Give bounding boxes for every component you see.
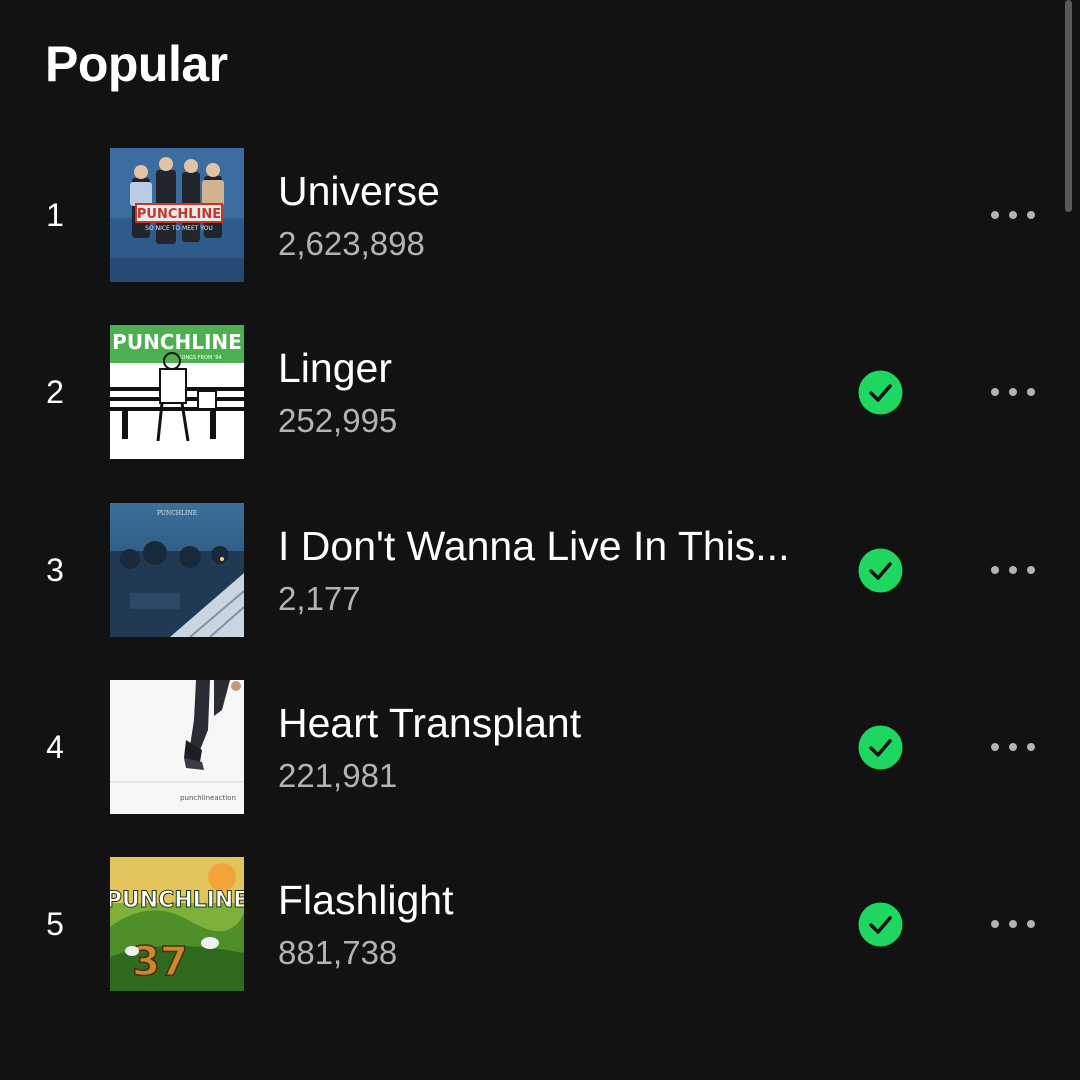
play-count: 252,995 xyxy=(278,402,398,440)
album-art-label: PUNCHLINE xyxy=(137,207,221,222)
more-horizontal-icon xyxy=(991,388,1035,397)
track-row[interactable]: 2 PUNCHLINE SONGS FROM '94 Linger 252,99… xyxy=(0,325,1080,460)
track-title: Linger xyxy=(278,345,392,392)
album-art: PUNCHLINE 37 xyxy=(110,857,244,992)
track-list: 1 PUNCHLINE SO NICE TO MEET YOU Universe… xyxy=(0,148,1080,1034)
album-art: punchlineaction xyxy=(110,679,244,814)
track-title: I Don't Wanna Live In This... xyxy=(278,522,790,569)
album-art-label: PUNCHLINE xyxy=(157,510,197,517)
popular-tracks-screen: Popular 1 PUNCHLINE SO NICE TO MEET YOU … xyxy=(0,0,1080,1080)
track-number: 2 xyxy=(46,374,64,411)
track-row[interactable]: 5 PUNCHLINE 37 Flashlight 881,738 xyxy=(0,857,1080,992)
section-title: Popular xyxy=(45,36,228,92)
check-circle-icon xyxy=(858,902,903,947)
track-row[interactable]: 3 PUNCHLINE I Don't Wanna Live In This..… xyxy=(0,502,1080,637)
album-art-sublabel: SONGS FROM '94 xyxy=(178,355,221,361)
track-row[interactable]: 4 punchlineaction Heart Transplant 221,9… xyxy=(0,679,1080,814)
check-circle-icon xyxy=(858,725,903,770)
more-options-button[interactable] xyxy=(980,545,1046,595)
album-art-sublabel: 37 xyxy=(132,939,188,985)
album-art: PUNCHLINE xyxy=(110,502,244,637)
album-art: PUNCHLINE SONGS FROM '94 xyxy=(110,325,244,460)
more-horizontal-icon xyxy=(991,211,1035,219)
album-art-label: punchlineaction xyxy=(180,794,236,802)
more-options-button[interactable] xyxy=(980,367,1046,417)
more-horizontal-icon xyxy=(991,920,1035,929)
more-options-button[interactable] xyxy=(980,722,1046,772)
play-count: 221,981 xyxy=(278,756,398,794)
track-row[interactable]: 1 PUNCHLINE SO NICE TO MEET YOU Universe… xyxy=(0,148,1080,282)
play-count: 2,623,898 xyxy=(278,225,425,262)
album-art-sublabel: SO NICE TO MEET YOU xyxy=(145,225,213,232)
track-number: 3 xyxy=(46,551,64,588)
play-count: 881,738 xyxy=(278,934,398,972)
more-options-button[interactable] xyxy=(980,190,1046,240)
more-horizontal-icon xyxy=(991,565,1035,574)
track-title: Flashlight xyxy=(278,877,454,924)
track-number: 1 xyxy=(46,197,64,233)
track-title: Universe xyxy=(278,168,440,214)
track-title: Heart Transplant xyxy=(278,699,582,746)
track-number: 5 xyxy=(46,906,64,943)
scrollbar-thumb[interactable] xyxy=(1065,0,1072,212)
check-circle-icon xyxy=(858,548,903,593)
album-art: PUNCHLINE SO NICE TO MEET YOU xyxy=(110,148,244,282)
more-options-button[interactable] xyxy=(980,899,1046,949)
play-count: 2,177 xyxy=(278,579,361,617)
album-art-label: PUNCHLINE xyxy=(110,888,244,913)
track-number: 4 xyxy=(46,728,64,765)
album-art-label: PUNCHLINE xyxy=(112,330,242,354)
check-circle-icon xyxy=(858,370,903,415)
more-horizontal-icon xyxy=(991,742,1035,751)
